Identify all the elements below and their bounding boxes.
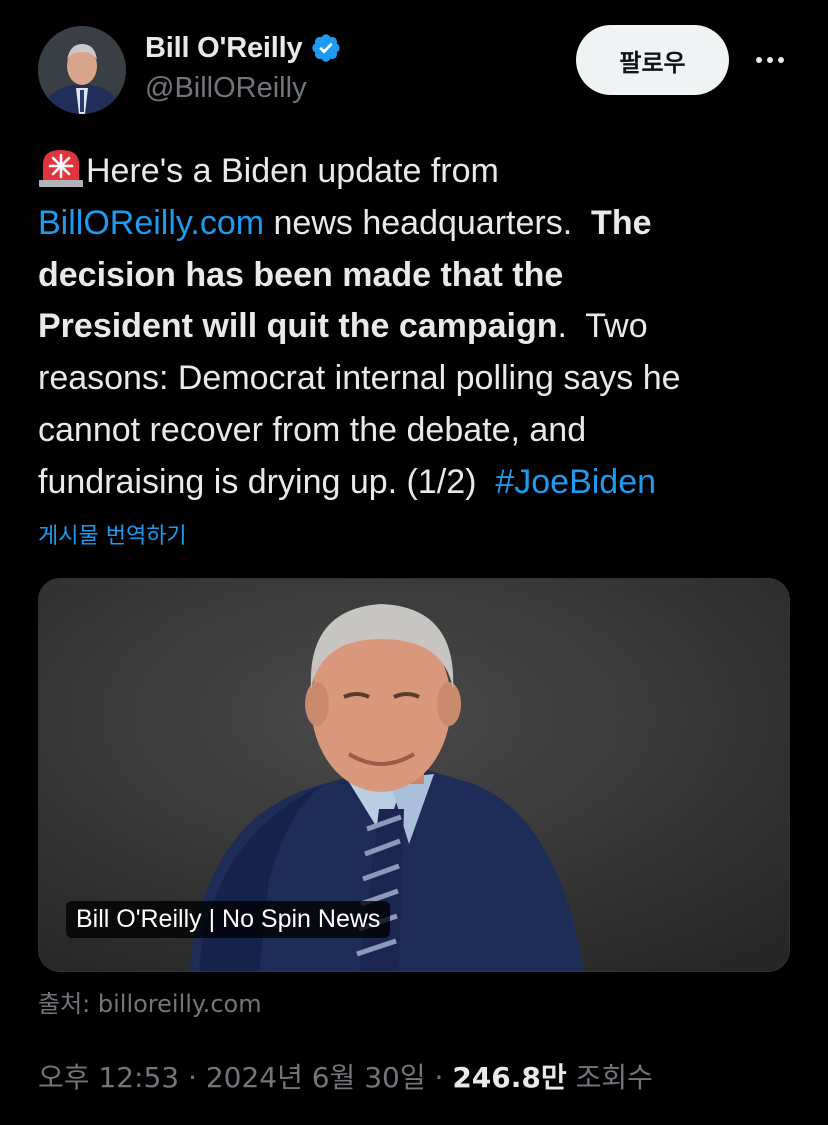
tweet-text-segment: news headquarters. [264,203,592,242]
source-link[interactable]: 출처: billoreilly.com [38,984,262,1019]
more-dot [778,57,784,63]
author-name-row: Bill O'Reilly [145,28,342,68]
siren-icon [39,150,83,187]
hashtag-link[interactable]: #JoeBiden [495,463,656,501]
more-dot [767,57,773,63]
views-label: 조회수 [566,1061,653,1094]
tweet-date[interactable]: 2024년 6월 30일 [206,1061,426,1094]
follow-button[interactable]: 팔로우 [576,25,729,95]
meta-separator: · [425,1061,453,1094]
tweet-text-segment: . Two [557,307,648,346]
verified-badge-icon[interactable] [310,32,342,64]
tweet-line: BillOReilly.com news headquarters. The [38,198,798,250]
views-count[interactable]: 246.8만 [452,1061,566,1094]
tweet-bold-segment: The [591,203,652,242]
avatar-image [38,26,126,114]
tweet-line: President will quit the campaign. Two [38,301,798,353]
tweet-meta: 오후 12:53 · 2024년 6월 30일 · 246.8만 조회수 [38,1056,653,1096]
tweet-line: fundraising is drying up. (1/2) #JoeBide… [38,457,798,509]
tweet-bold-segment: decision has been made that the [38,255,564,294]
avatar[interactable] [38,26,126,114]
tweet-bold-segment: President will quit the campaign [38,307,558,346]
media-caption: Bill O'Reilly | No Spin News [66,901,391,938]
meta-separator: · [179,1061,206,1094]
tweet-line: Here's a Biden update from [38,146,798,198]
tweet-text-segment: cannot recover from the debate, and [38,410,587,449]
translate-post-link[interactable]: 게시물 번역하기 [38,518,187,550]
tweet-text-segment: reasons: Democrat internal polling says … [38,359,681,398]
more-dot [756,57,762,63]
tweet-text-segment: fundraising is drying up. (1/2) [38,462,496,501]
author-handle[interactable]: @BillOReilly [145,72,307,105]
more-horizontal-icon[interactable] [748,40,792,80]
author-name[interactable]: Bill O'Reilly [145,32,303,65]
tweet-header: Bill O'Reilly @BillOReilly 팔로우 [0,0,828,130]
tweet-text-segment: Here's a Biden update from [86,152,499,190]
media-card[interactable]: Bill O'Reilly | No Spin News [38,578,790,972]
website-link[interactable]: BillOReilly.com [38,204,264,242]
tweet-body: Here's a Biden update from BillOReilly.c… [38,146,798,509]
tweet-time[interactable]: 오후 12:53 [38,1061,179,1094]
